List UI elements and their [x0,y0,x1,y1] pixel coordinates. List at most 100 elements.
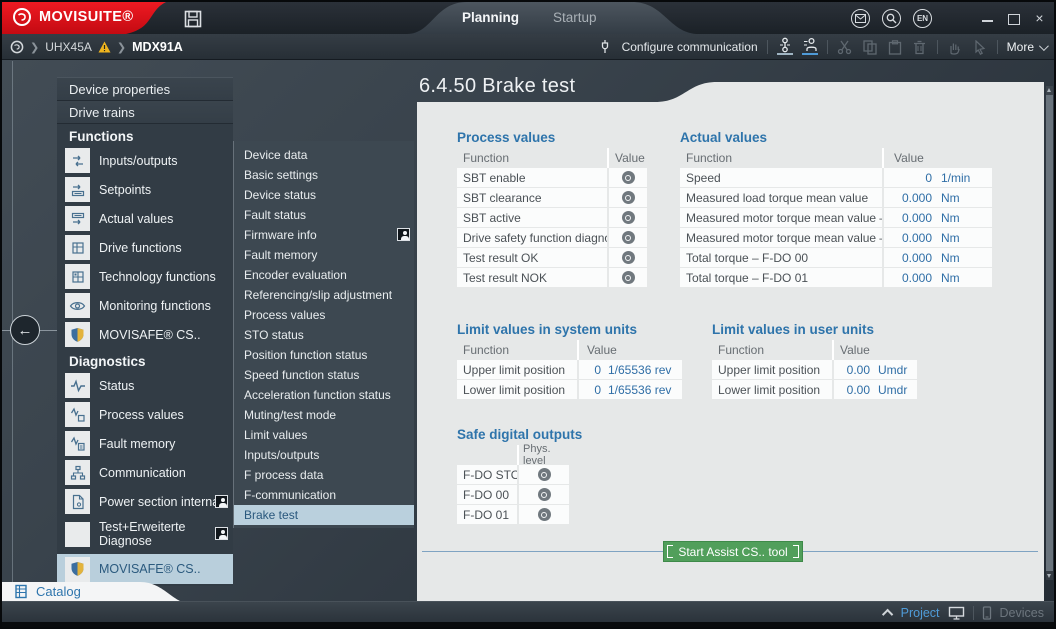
monitor-icon[interactable] [948,606,965,620]
table-header: Function Value [680,148,992,168]
maximize-button[interactable] [1007,12,1020,25]
table-row: Speed01/min [680,168,992,187]
copy-button[interactable] [862,39,878,55]
configure-communication-button[interactable]: Configure communication [622,40,758,54]
tab-startup[interactable]: Startup [553,2,597,34]
table-row: F-DO 01 [457,505,569,524]
save-icon[interactable] [184,10,202,28]
nav-item-movisafe[interactable]: MOVISAFE® CS.. [57,320,233,349]
chevron-up-icon[interactable] [882,608,893,619]
nav-item-actual-values[interactable]: Actual values [57,204,233,233]
search-button[interactable] [882,9,901,28]
limit-user-table: Function Value Upper limit position0.00U… [712,340,917,400]
nav-section-diagnostics: Diagnostics [57,349,233,371]
drive-functions-icon [65,235,90,260]
technology-functions-icon [65,264,90,289]
nav-item-setpoints[interactable]: Setpoints [57,175,233,204]
device-icon[interactable] [982,606,992,620]
menu-item-acceleration-function-status[interactable]: Acceleration function status [234,385,414,405]
nav-item-fault-memory[interactable]: Fault memory [57,429,233,458]
status-led-icon [622,271,635,284]
nav-item-movisafe-diagnostics[interactable]: MOVISAFE® CS.. [57,554,233,584]
start-assist-tool-button[interactable]: Start Assist CS.. tool [663,541,803,562]
table-row: Test result OK [457,248,647,267]
nav-item-communication[interactable]: Communication [57,458,233,487]
menu-item-muting-test-mode[interactable]: Muting/test mode [234,405,414,425]
nav-item-power-section-internal[interactable]: Power section internal [57,487,233,516]
nav-scrollbar[interactable] [1046,86,1053,580]
more-button[interactable]: More [1007,40,1046,54]
project-view-button[interactable]: Project [901,606,940,620]
cursor-icon [974,40,986,55]
menu-item-inputs-outputs[interactable]: Inputs/outputs [234,445,414,465]
close-button[interactable]: × [1033,12,1046,25]
devices-view-button[interactable]: Devices [1000,606,1044,620]
collapse-panel-button[interactable]: ← [10,315,40,345]
menu-item-position-function-status[interactable]: Position function status [234,345,414,365]
minimize-button[interactable] [981,12,994,25]
user-network-button[interactable] [802,39,818,55]
toolbar-separator [937,40,938,54]
menu-item-device-status[interactable]: Device status [234,185,414,205]
scrollbar-thumb[interactable] [1046,95,1053,571]
scroll-down-icon[interactable] [1047,574,1051,578]
menu-item-f-process-data[interactable]: F process data [234,465,414,485]
menu-item-firmware-info[interactable]: Firmware info [234,225,414,245]
document-icon [65,489,90,514]
pan-button[interactable] [947,39,963,55]
menu-item-fault-memory[interactable]: Fault memory [234,245,414,265]
menu-item-f-communication[interactable]: F-communication [234,485,414,505]
menu-item-fault-status[interactable]: Fault status [234,205,414,225]
status-led-icon [538,468,551,481]
status-led-icon [538,488,551,501]
menu-item-speed-function-status[interactable]: Speed function status [234,365,414,385]
project-root-icon[interactable] [10,40,24,54]
connection-mode-button[interactable] [777,39,793,55]
eye-icon [65,293,90,318]
menu-item-device-data[interactable]: Device data [234,145,414,165]
select-button[interactable] [972,39,988,55]
language-button[interactable]: EN [913,9,932,28]
menu-item-encoder-evaluation[interactable]: Encoder evaluation [234,265,414,285]
menu-item-referencing-slip[interactable]: Referencing/slip adjustment [234,285,414,305]
breadcrumb-device2[interactable]: MDX91A [132,40,183,54]
delete-button[interactable] [912,39,928,55]
breadcrumb-sep-icon: ❯ [30,41,39,54]
hand-icon [948,40,961,55]
menu-item-brake-test[interactable]: Brake test [234,505,414,525]
process-values-icon [65,402,90,427]
nav-item-process-values[interactable]: Process values [57,400,233,429]
app-window: MOVISUITE® Planning Startup [0,0,1056,629]
catalog-tab[interactable]: Catalog [14,584,81,599]
menu-item-process-values[interactable]: Process values [234,305,414,325]
messages-button[interactable] [851,9,870,28]
nav-header-drive-trains[interactable]: Drive trains [57,101,233,124]
status-led-icon [622,171,635,184]
nav-item-status[interactable]: Status [57,371,233,400]
chevron-down-icon [1039,41,1049,51]
pulse-icon [65,373,90,398]
menu-item-limit-values[interactable]: Limit values [234,425,414,445]
nav-item-technology-functions[interactable]: Technology functions [57,262,233,291]
menu-item-basic-settings[interactable]: Basic settings [234,165,414,185]
table-row: SBT clearance [457,188,647,207]
nav-item-monitoring-functions[interactable]: Monitoring functions [57,291,233,320]
toolbar-separator [827,40,828,54]
content-area: Process values Function Value SBT enable… [417,82,1044,604]
nav-item-test-erweiterte-diagnose[interactable]: Test+Erweiterte Diagnose [57,516,233,552]
search-icon [886,13,897,24]
nav-item-inputs-outputs[interactable]: Inputs/outputs [57,146,233,175]
breadcrumb-device1[interactable]: UHX45A [45,40,92,54]
status-led-icon [622,191,635,204]
scroll-up-icon[interactable] [1047,88,1051,92]
tab-planning[interactable]: Planning [462,2,519,34]
menu-item-sto-status[interactable]: STO status [234,325,414,345]
status-led-icon [622,211,635,224]
safe-outputs-table: Phys. level F-DO STO F-DO 00 F-DO 01 [457,445,569,525]
cut-button[interactable] [837,39,853,55]
paste-button[interactable] [887,39,903,55]
nav-header-device-properties[interactable]: Device properties [57,78,233,101]
blank-icon [65,522,90,547]
paste-icon [888,40,902,55]
nav-item-drive-functions[interactable]: Drive functions [57,233,233,262]
